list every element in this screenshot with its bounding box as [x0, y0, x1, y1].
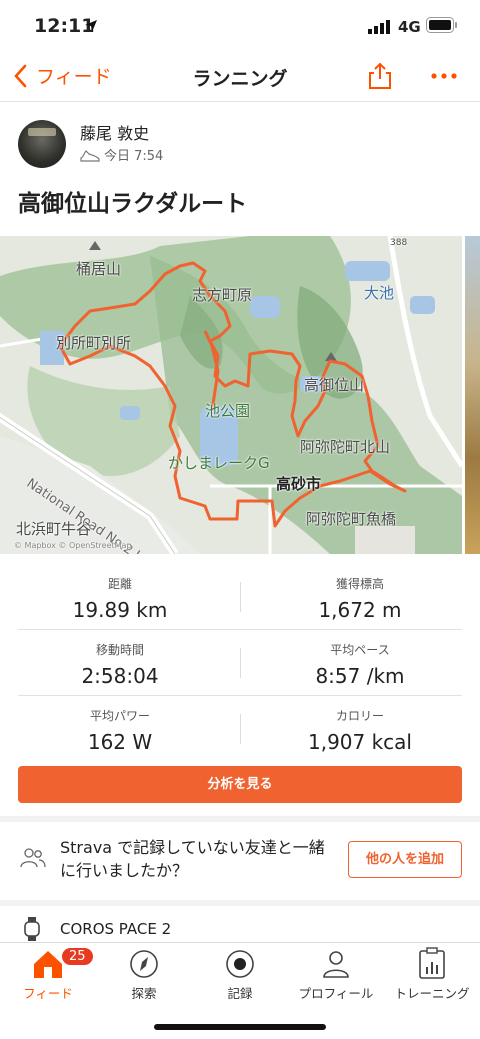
- stat-elevation: 獲得標高 1,672 m: [240, 575, 480, 622]
- watch-icon: [24, 917, 40, 941]
- analysis-button[interactable]: 分析を見る: [18, 766, 462, 803]
- home-icon: [34, 951, 62, 978]
- location-arrow-icon: [85, 20, 97, 32]
- map-label: 大池: [364, 284, 395, 302]
- map-label: 別所町別所: [56, 334, 132, 352]
- map-label: 北浜町牛谷: [16, 520, 92, 538]
- nav-bar: フィード ランニング: [0, 52, 480, 102]
- tab-label: トレーニング: [394, 986, 470, 1001]
- notification-badge: 25: [62, 948, 93, 965]
- stat-label: 平均ペース: [330, 643, 390, 657]
- map-attribution: © Mapbox © OpenStreetMap: [14, 541, 132, 550]
- divider: [18, 629, 462, 630]
- stat-label: 移動時間: [95, 643, 144, 657]
- stat-label: カロリー: [335, 709, 384, 723]
- battery-icon: [426, 17, 457, 33]
- compass-icon: [130, 950, 158, 978]
- page-title: ランニング: [192, 68, 288, 90]
- tab-label: 探索: [131, 986, 157, 1001]
- section-separator: [0, 900, 480, 906]
- map-label: かしまレークG: [168, 454, 270, 472]
- route-map[interactable]: 桶居山 志方町原 大池 別所町別所 池公園 高御位山 National Road…: [0, 236, 462, 554]
- map-label: 桶居山: [76, 260, 122, 278]
- section-separator: [0, 816, 480, 822]
- stat-moving-time: 移動時間 2:58:04: [0, 641, 240, 688]
- record-icon: [226, 950, 254, 978]
- map-label: 阿弥陀町魚橋: [306, 510, 397, 528]
- stat-label: 獲得標高: [335, 577, 384, 591]
- map-label: 阿弥陀町北山: [300, 438, 391, 456]
- map-label: 高砂市: [276, 475, 322, 493]
- shoe-icon: [80, 149, 100, 162]
- stat-label: 平均パワー: [89, 709, 150, 723]
- stat-value: 1,907 kcal: [307, 730, 412, 754]
- add-others-button[interactable]: 他の人を追加: [348, 841, 462, 878]
- clipboard-chart-icon: [419, 947, 445, 979]
- signal-icon: [368, 20, 390, 34]
- stat-value: 162 W: [87, 730, 153, 754]
- map-label: 志方町原: [192, 286, 253, 304]
- stat-value: 8:57 /km: [315, 664, 405, 688]
- map-label: 池公園: [205, 402, 251, 420]
- profile-icon: [323, 951, 349, 978]
- stat-calories: カロリー 1,907 kcal: [240, 707, 480, 754]
- activity-title: 高御位山ラクダルート: [18, 191, 248, 217]
- map-label: 高御位山: [304, 376, 365, 394]
- stat-pace: 平均ペース 8:57 /km: [240, 641, 480, 688]
- more-icon[interactable]: [430, 72, 458, 80]
- stat-value: 19.89 km: [72, 598, 168, 622]
- athlete-name[interactable]: 藤尾 敦史: [80, 120, 149, 144]
- photo-thumbnail[interactable]: [465, 236, 480, 554]
- network-type: 4G: [398, 18, 421, 36]
- activity-meta: 今日 7:54: [80, 145, 163, 164]
- activity-time: 今日 7:54: [104, 149, 164, 164]
- status-bar: 12:11 4G: [0, 0, 480, 52]
- avatar[interactable]: [18, 120, 66, 168]
- tab-label: フィード: [23, 986, 73, 1001]
- share-icon[interactable]: [368, 62, 392, 90]
- divider: [18, 695, 462, 696]
- people-icon: [20, 848, 46, 868]
- divider: [240, 648, 241, 678]
- stat-value: 2:58:04: [81, 664, 159, 688]
- stat-value: 1,672 m: [318, 598, 402, 622]
- tab-label: プロフィール: [298, 986, 374, 1001]
- device-name: COROS PACE 2: [60, 920, 172, 938]
- divider: [240, 714, 241, 744]
- stat-label: 距離: [107, 577, 132, 591]
- home-indicator: [154, 1024, 326, 1030]
- tab-label: 記録: [227, 986, 253, 1001]
- stat-power: 平均パワー 162 W: [0, 707, 240, 754]
- map-label: 388: [390, 238, 408, 248]
- invite-prompt: Strava で記録していない友達と一緒に行いましたか？: [60, 838, 325, 880]
- stat-distance: 距離 19.89 km: [0, 575, 240, 622]
- divider: [240, 582, 241, 612]
